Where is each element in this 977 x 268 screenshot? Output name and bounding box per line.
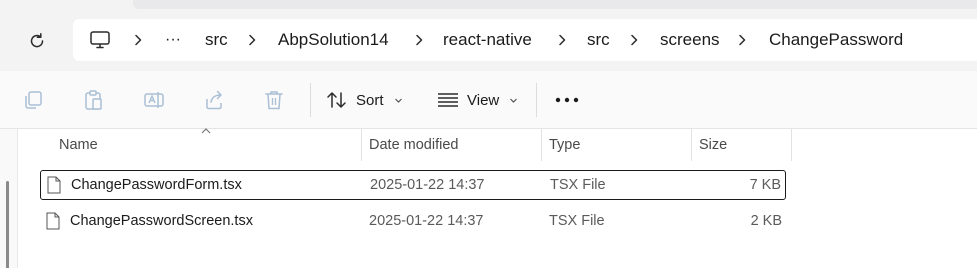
breadcrumb-chevron-icon[interactable] <box>737 19 747 61</box>
sort-label: Sort <box>356 91 384 109</box>
breadcrumb-chevron-icon[interactable] <box>133 19 143 61</box>
toolbar-divider <box>536 83 537 117</box>
chevron-down-icon <box>394 98 402 103</box>
view-button[interactable]: View <box>437 85 518 115</box>
file-size: 2 KB <box>750 213 782 229</box>
file-name: ChangePasswordScreen.tsx <box>70 213 253 229</box>
breadcrumb-overflow[interactable]: ··· <box>165 19 181 61</box>
delete-icon <box>265 91 283 110</box>
share-button[interactable] <box>202 88 226 112</box>
address-row: ··· src AbpSolution14 react-native src s… <box>0 10 977 71</box>
file-size: 7 KB <box>749 177 781 193</box>
column-header-date[interactable]: Date modified <box>361 129 541 161</box>
sort-icon <box>327 92 346 108</box>
file-row[interactable]: ChangePasswordScreen.tsx 2025-01-22 14:3… <box>40 207 786 237</box>
chevron-down-icon <box>510 98 518 103</box>
sort-button[interactable]: Sort <box>326 85 403 115</box>
column-header-size[interactable]: Size <box>691 129 791 161</box>
paste-button[interactable] <box>81 88 105 112</box>
breadcrumb-chevron-icon[interactable] <box>414 19 424 61</box>
more-options-button[interactable] <box>553 85 581 115</box>
breadcrumb-item[interactable]: src <box>587 19 610 61</box>
rename-button[interactable] <box>142 88 166 112</box>
toolbar-divider <box>310 83 311 117</box>
breadcrumb-item-current[interactable]: ChangePassword <box>769 19 903 61</box>
delete-button[interactable] <box>262 88 286 112</box>
file-type: TSX File <box>549 213 605 229</box>
copy-button[interactable] <box>21 88 45 112</box>
file-date-modified: 2025-01-22 14:37 <box>370 177 485 193</box>
share-icon <box>206 90 222 110</box>
breadcrumb-chevron-icon[interactable] <box>629 19 639 61</box>
column-header-type[interactable]: Type <box>541 129 691 161</box>
breadcrumb-chevron-icon[interactable] <box>557 19 567 61</box>
window-top-strip <box>0 0 977 10</box>
computer-icon[interactable] <box>89 30 111 50</box>
breadcrumb-item[interactable]: screens <box>660 19 720 61</box>
navigation-scrollbar[interactable] <box>6 181 9 268</box>
file-icon <box>47 176 61 194</box>
paste-icon <box>85 90 102 110</box>
tab-bar-edge <box>133 0 977 9</box>
file-type: TSX File <box>550 177 606 193</box>
refresh-icon <box>30 33 44 48</box>
file-date-modified: 2025-01-22 14:37 <box>369 213 484 229</box>
refresh-button[interactable] <box>22 28 52 54</box>
file-list: Name Date modified Type Size ChangePassw… <box>18 128 977 268</box>
address-bar[interactable]: ··· src AbpSolution14 react-native src s… <box>73 19 977 61</box>
breadcrumb-item[interactable]: react-native <box>443 19 532 61</box>
file-icon <box>46 212 60 230</box>
copy-icon <box>25 91 42 109</box>
breadcrumb-chevron-icon[interactable] <box>247 19 257 61</box>
file-row[interactable]: ChangePasswordForm.tsx 2025-01-22 14:37 … <box>40 170 786 200</box>
view-icon <box>438 93 458 107</box>
column-header-name[interactable]: Name <box>51 129 361 161</box>
command-bar: Sort View <box>0 71 977 129</box>
column-divider[interactable] <box>791 129 792 161</box>
breadcrumb-item[interactable]: AbpSolution14 <box>278 19 389 61</box>
more-icon <box>555 97 579 103</box>
breadcrumb-item[interactable]: src <box>205 19 228 61</box>
rename-icon <box>144 92 164 108</box>
file-name: ChangePasswordForm.tsx <box>71 177 242 193</box>
view-label: View <box>467 91 500 109</box>
navigation-pane <box>0 129 18 268</box>
